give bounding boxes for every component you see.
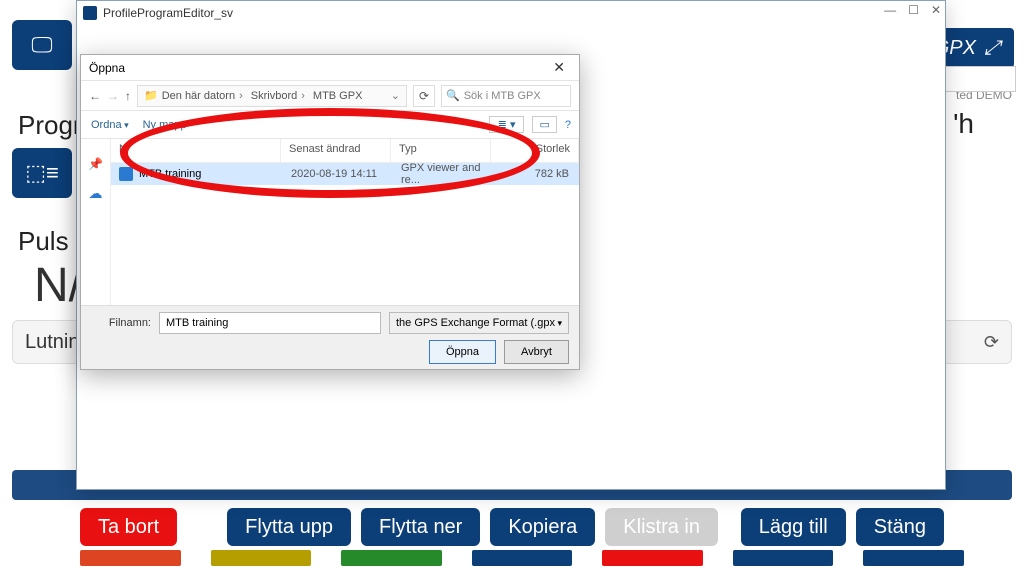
expand-icon: ⤢ [984, 37, 1000, 60]
dialog-toolbar: Ordna Ny mapp ≣ ▾ ▭ ? [81, 111, 579, 139]
close-icon[interactable]: ✕ [931, 3, 941, 17]
folder-icon: 📁 [144, 89, 158, 102]
filetype-filter[interactable]: the GPS Exchange Format (.gpx [389, 312, 569, 334]
cloud-icon[interactable]: ☁ [89, 185, 103, 202]
bottom-button-bar: Ta bort Flytta upp Flytta ner Kopiera Kl… [80, 508, 944, 546]
filename-input[interactable] [159, 312, 381, 334]
move-up-button[interactable]: Flytta upp [227, 508, 351, 546]
copy-button[interactable]: Kopiera [490, 508, 595, 546]
back-icon[interactable]: ← [89, 89, 101, 103]
chevron-down-icon[interactable]: ⌄ [391, 89, 400, 102]
pin-icon[interactable]: 📌 [88, 157, 103, 171]
dialog-nav-bar: ← → ↑ 📁 Den här datorn Skrivbord MTB GPX… [81, 81, 579, 111]
unit-label: 'h [953, 108, 974, 140]
cancel-button[interactable]: Avbryt [504, 340, 569, 364]
help-icon[interactable]: ? [565, 119, 571, 131]
forward-icon[interactable]: → [107, 89, 119, 103]
dialog-footer: Filnamn: the GPS Exchange Format (.gpx Ö… [81, 305, 579, 369]
paste-button: Klistra in [605, 508, 718, 546]
file-type: GPX viewer and re... [401, 162, 501, 186]
col-size[interactable]: Storlek [491, 139, 579, 162]
file-row[interactable]: MTB training 2020-08-19 14:11 GPX viewer… [111, 163, 579, 185]
preview-pane-icon[interactable]: ▭ [532, 116, 556, 133]
move-down-button[interactable]: Flytta ner [361, 508, 480, 546]
maximize-icon[interactable]: ☐ [908, 3, 919, 17]
file-size: 782 kB [501, 168, 579, 180]
organize-menu[interactable]: Ordna [91, 119, 129, 131]
refresh-icon[interactable]: ⟳ [984, 332, 999, 353]
new-folder-button[interactable]: Ny mapp [143, 119, 187, 131]
editor-titlebar: ProfileProgramEditor_sv — ☐ ✕ [77, 1, 945, 25]
col-date[interactable]: Senast ändrad [281, 139, 391, 162]
col-type[interactable]: Typ [391, 139, 491, 162]
window-title: ProfileProgramEditor_sv [103, 6, 233, 20]
filename-label: Filnamn: [91, 317, 151, 329]
dialog-sidebar: 📌 ☁ [81, 139, 111, 305]
up-icon[interactable]: ↑ [125, 89, 131, 103]
search-input[interactable]: 🔍 Sök i MTB GPX [441, 85, 571, 107]
refresh-icon[interactable]: ⟳ [413, 85, 435, 107]
minimize-icon[interactable]: — [884, 3, 896, 17]
file-date: 2020-08-19 14:11 [291, 168, 401, 180]
view-mode-icon[interactable]: ≣ ▾ [489, 116, 525, 133]
app-icon [83, 6, 97, 20]
add-button[interactable]: Lägg till [741, 508, 846, 546]
remove-button[interactable]: Ta bort [80, 508, 177, 546]
column-headers[interactable]: N Senast ändrad Typ Storlek [111, 139, 579, 163]
search-icon: 🔍 [446, 89, 460, 102]
file-icon [119, 167, 133, 181]
close-button[interactable]: Stäng [856, 508, 944, 546]
dialog-title: Öppna [89, 61, 125, 75]
monitor-tile-icon[interactable]: 🖵 [12, 20, 72, 70]
col-name[interactable]: N [111, 139, 281, 162]
profile-tile-icon[interactable]: ⬚≡ [12, 148, 72, 198]
puls-section-label: Puls i [18, 226, 82, 257]
file-open-dialog: Öppna ✕ ← → ↑ 📁 Den här datorn Skrivbord… [80, 54, 580, 370]
search-placeholder: Sök i MTB GPX [464, 90, 541, 102]
dialog-titlebar: Öppna ✕ [81, 55, 579, 81]
breadcrumb[interactable]: 📁 Den här datorn Skrivbord MTB GPX ⌄ [137, 85, 407, 107]
close-icon[interactable]: ✕ [547, 59, 571, 76]
na-value: N/ [34, 258, 82, 313]
file-list: N Senast ändrad Typ Storlek MTB training… [111, 139, 579, 305]
file-name: MTB training [139, 168, 291, 180]
open-button[interactable]: Öppna [429, 340, 496, 364]
slope-bar-label: Lutnin [25, 331, 80, 354]
color-strip [80, 550, 964, 566]
